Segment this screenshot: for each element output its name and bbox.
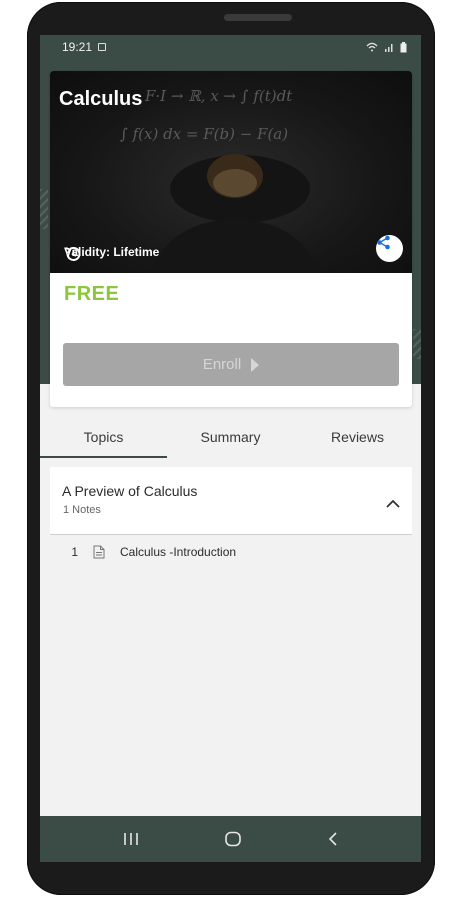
tab-label: Reviews <box>331 429 384 445</box>
tab-topics[interactable]: Topics <box>40 417 167 458</box>
back-icon[interactable] <box>328 831 338 847</box>
tab-label: Summary <box>200 429 261 445</box>
status-bar: 19:21 <box>40 35 421 59</box>
system-nav-bar <box>40 816 421 862</box>
tab-bar: Topics Summary Reviews <box>40 417 421 458</box>
topic-item[interactable]: 1 Calculus -Introduction <box>50 535 412 569</box>
topic-number: 1 <box>71 545 78 559</box>
battery-icon <box>400 41 407 52</box>
decor-stripe <box>40 189 48 229</box>
validity-info: Validity: Lifetime <box>64 245 159 261</box>
document-icon <box>93 545 105 559</box>
formula-line-1: F·I → ℝ, x → ∫ f(t)dt <box>144 87 293 105</box>
topic-section-header[interactable]: A Preview of Calculus 1 Notes <box>50 467 412 535</box>
home-icon[interactable] <box>224 831 242 847</box>
enroll-button[interactable]: Enroll <box>63 343 399 386</box>
decor-stripe <box>413 329 421 359</box>
share-icon <box>377 235 390 250</box>
section-title: A Preview of Calculus <box>62 483 198 499</box>
section-notes-count: 1 Notes <box>63 504 101 516</box>
play-arrow-icon <box>251 357 260 372</box>
wifi-icon <box>366 42 378 52</box>
enroll-label: Enroll <box>202 356 242 373</box>
share-button[interactable] <box>376 235 403 262</box>
sim-icon <box>98 43 107 51</box>
course-title: Calculus <box>59 88 143 110</box>
topic-label: Calculus -Introduction <box>120 545 237 559</box>
chevron-up-icon[interactable] <box>386 499 400 508</box>
status-time: 19:21 <box>62 40 93 54</box>
course-card: F·I → ℝ, x → ∫ f(t)dt ∫ f(x) dx = F(b) −… <box>50 71 412 407</box>
recent-apps-icon[interactable] <box>123 832 139 846</box>
status-icons <box>366 41 407 53</box>
course-hero-image: F·I → ℝ, x → ∫ f(t)dt ∫ f(x) dx = F(b) −… <box>50 71 412 273</box>
app-screen: 19:21 F·I → ℝ, x → ∫ f(t)dt ∫ f(x) dx = … <box>40 35 421 862</box>
tab-reviews[interactable]: Reviews <box>294 417 421 457</box>
tab-summary[interactable]: Summary <box>167 417 294 457</box>
history-icon <box>65 247 81 261</box>
signal-icon <box>385 44 393 52</box>
price-label: FREE <box>64 283 120 305</box>
tab-label: Topics <box>83 429 124 445</box>
phone-speaker <box>224 14 292 21</box>
formula-line-2: ∫ f(x) dx = F(b) − F(a) <box>120 125 288 143</box>
